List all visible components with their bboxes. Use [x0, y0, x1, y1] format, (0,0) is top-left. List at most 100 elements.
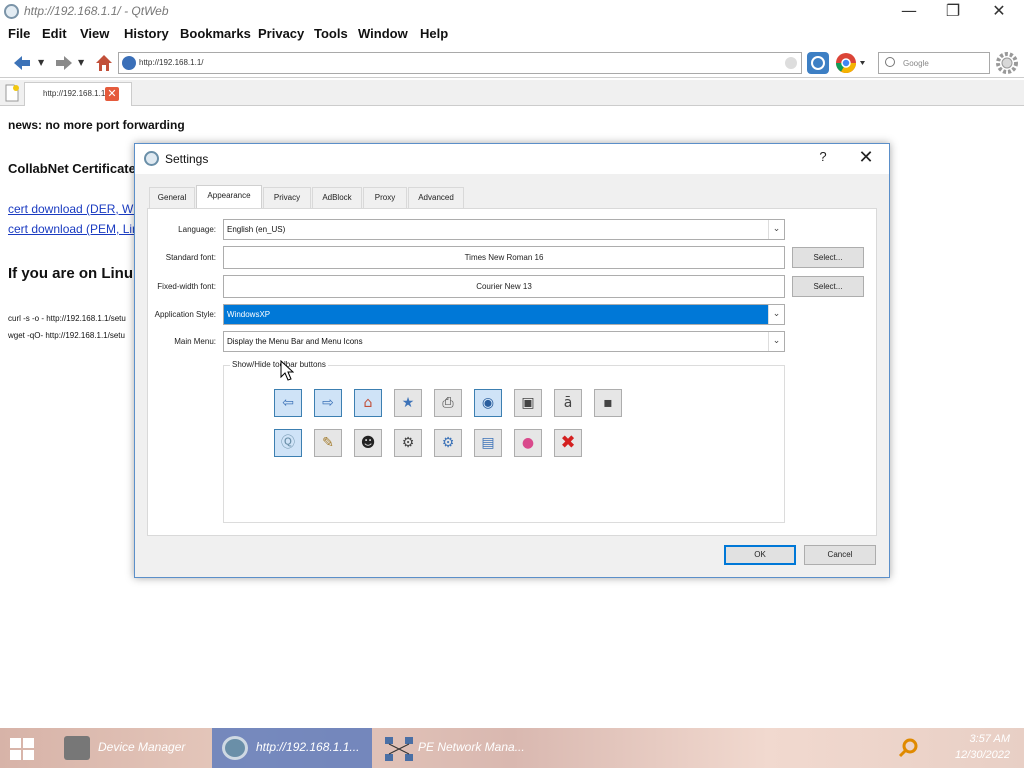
home-button[interactable] [94, 52, 114, 74]
settings-gears-icon: ⚙ [401, 435, 415, 451]
toggle-windows-button[interactable]: ▤ [474, 429, 502, 457]
standard-font-select-button[interactable]: Select... [792, 247, 864, 268]
cert-der-link[interactable]: cert download (DER, Wind [8, 202, 149, 216]
toggle-user-button[interactable]: ☻ [354, 429, 382, 457]
main-menu-value: Display the Menu Bar and Menu Icons [227, 337, 363, 346]
toggle-small-page-button[interactable]: ▪ [594, 389, 622, 417]
windows-icon: ▤ [481, 435, 495, 451]
toggle-print-button[interactable]: ⎙ [434, 389, 462, 417]
taskbar-qtweb[interactable]: http://192.168.1.1... [212, 728, 372, 768]
fixed-font-select-button[interactable]: Select... [792, 276, 864, 297]
network-icon [384, 736, 413, 761]
color-wheel-icon: ● [521, 435, 535, 451]
app-style-select[interactable]: WindowsXP ⌄ [223, 304, 785, 325]
back-arrow-icon: ⇦ [282, 395, 294, 411]
forward-arrow-icon: ⇨ [322, 395, 334, 411]
taskbar-item-label: PE Network Mana... [418, 740, 525, 754]
back-dropdown-icon[interactable]: ▼ [38, 58, 44, 67]
toggle-color-button[interactable]: ● [514, 429, 542, 457]
toggle-settings-button[interactable]: ⚙ [394, 429, 422, 457]
news-text: news: no more port forwarding [8, 118, 185, 132]
main-menu-select[interactable]: Display the Menu Bar and Menu Icons ⌄ [223, 331, 785, 352]
tab-adblock[interactable]: AdBlock [312, 187, 362, 208]
restore-button[interactable]: ❐ [930, 0, 976, 24]
settings-gear-button[interactable] [994, 50, 1020, 76]
menu-window[interactable]: Window [358, 26, 408, 41]
tab-proxy[interactable]: Proxy [363, 187, 407, 208]
menu-privacy[interactable]: Privacy [258, 26, 304, 41]
search-input[interactable]: Google [903, 59, 929, 68]
home-icon [96, 55, 112, 71]
toggle-text-size-button[interactable]: ā [554, 389, 582, 417]
text-size-icon: ā [563, 395, 573, 411]
window-close-button[interactable]: ✕ [976, 0, 1022, 24]
globe-icon [122, 56, 136, 70]
menu-history[interactable]: History [124, 26, 169, 41]
toggle-forward-button[interactable]: ⇨ [314, 389, 342, 417]
dialog-close-button[interactable]: ✕ [853, 147, 879, 171]
tab-bar: http://192.168.1.1/ ✕ [0, 80, 1024, 106]
curl-command: curl -s -o - http://192.168.1.1/setu [8, 314, 126, 323]
toggle-web-button[interactable]: ◉ [474, 389, 502, 417]
chrome-icon [836, 53, 865, 73]
tab-general[interactable]: General [149, 187, 195, 208]
tab-advanced[interactable]: Advanced [408, 187, 464, 208]
help-button[interactable]: ? [813, 149, 833, 169]
tab-privacy[interactable]: Privacy [263, 187, 311, 208]
search-engine-button[interactable] [834, 51, 866, 75]
toggle-bookmark-button[interactable]: ★ [394, 389, 422, 417]
browser-title-bar: http://192.168.1.1/ - QtWeb — ❐ ✕ [0, 0, 1024, 24]
wget-command: wget -qO- http://192.168.1.1/setu [8, 331, 125, 340]
browser-tab[interactable]: http://192.168.1.1/ ✕ [24, 82, 132, 106]
search-field[interactable]: Google [878, 52, 990, 74]
tab-appearance[interactable]: Appearance [196, 185, 262, 209]
toggle-search-gear-button[interactable]: ⚙ [434, 429, 462, 457]
standard-font-field: Times New Roman 16 [223, 246, 785, 269]
toggle-stop-button[interactable]: ✖ [554, 429, 582, 457]
clock-time: 3:57 AM [969, 733, 1010, 745]
menu-view[interactable]: View [80, 26, 109, 41]
ok-button[interactable]: OK [724, 545, 796, 565]
menu-tools[interactable]: Tools [314, 26, 348, 41]
chevron-down-icon: ⌄ [768, 220, 784, 239]
toggle-page-button[interactable]: ▣ [514, 389, 542, 417]
chevron-down-icon: ⌄ [768, 332, 784, 351]
close-tab-icon[interactable]: ✕ [105, 87, 119, 101]
linux-heading: If you are on Linu [8, 265, 134, 282]
user-icon: ☻ [360, 435, 376, 451]
window-title: http://192.168.1.1/ - QtWeb [24, 4, 169, 18]
taskbar-item-label: http://192.168.1.1... [256, 740, 360, 754]
toggle-magic-wand-button[interactable]: ✎ [314, 429, 342, 457]
dialog-title-bar: Settings ? ✕ [135, 144, 889, 174]
search-tray-icon[interactable] [898, 738, 918, 758]
taskbar: Device Manager http://192.168.1.1... PE … [0, 728, 1024, 768]
taskbar-item-label: Device Manager [98, 740, 186, 754]
address-bar[interactable]: http://192.168.1.1/ [118, 52, 802, 74]
back-button[interactable] [10, 52, 34, 74]
forward-dropdown-icon[interactable]: ▼ [78, 58, 84, 67]
cancel-button[interactable]: Cancel [804, 545, 876, 565]
reload-button[interactable] [806, 51, 830, 75]
minimize-button[interactable]: — [886, 0, 932, 24]
app-style-label: Application Style: [154, 310, 216, 319]
forward-arrow-icon [56, 56, 72, 70]
address-input[interactable]: http://192.168.1.1/ [139, 58, 204, 67]
menu-bookmarks[interactable]: Bookmarks [180, 26, 251, 41]
start-button[interactable] [10, 738, 34, 760]
page-icon: ▣ [521, 395, 535, 411]
toggle-back-button[interactable]: ⇦ [274, 389, 302, 417]
toggle-qtweb-button[interactable]: Ⓠ [274, 429, 302, 457]
taskbar-device-manager[interactable]: Device Manager [54, 728, 210, 768]
system-clock[interactable]: 3:57 AM 12/30/2022 [955, 731, 1010, 763]
toggle-home-button[interactable]: ⌂ [354, 389, 382, 417]
new-tab-button[interactable] [4, 84, 20, 102]
menu-edit[interactable]: Edit [42, 26, 67, 41]
language-select[interactable]: English (en_US) ⌄ [223, 219, 785, 240]
forward-button[interactable] [52, 52, 76, 74]
menu-file[interactable]: File [8, 26, 30, 41]
clock-date: 12/30/2022 [954, 749, 1010, 761]
url-clear-icon[interactable] [785, 57, 797, 69]
taskbar-pe-network[interactable]: PE Network Mana... [374, 728, 534, 768]
menu-help[interactable]: Help [420, 26, 448, 41]
navigation-toolbar: ▼ ▼ http://192.168.1.1/ Google [0, 48, 1024, 78]
